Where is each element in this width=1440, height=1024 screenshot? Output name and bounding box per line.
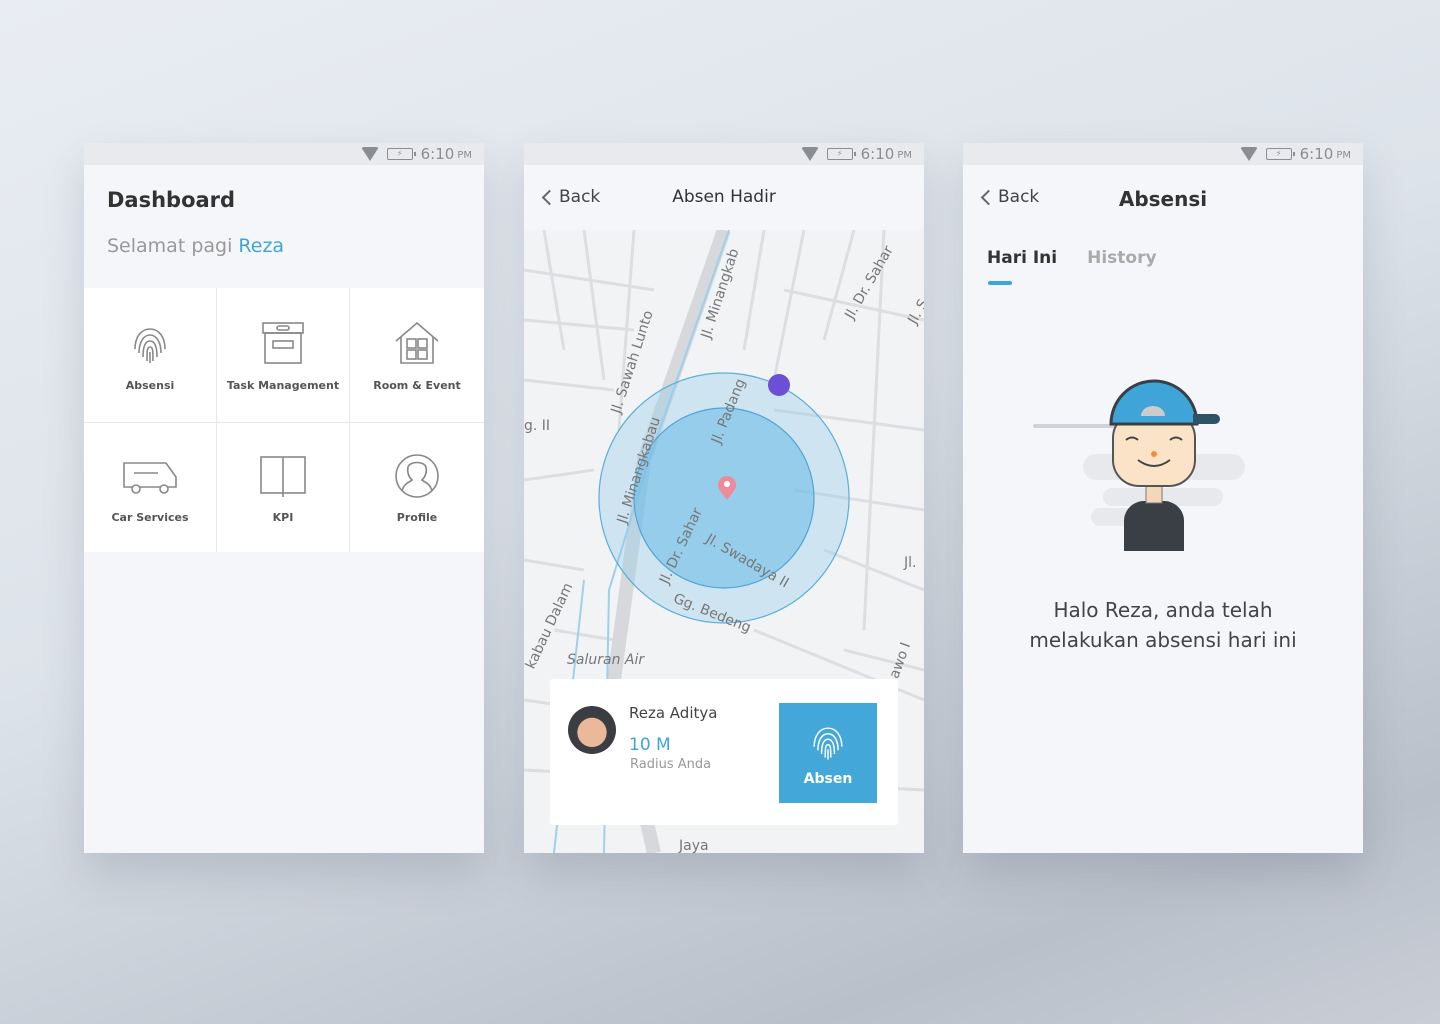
- menu-label: Absensi: [125, 378, 175, 392]
- user-name: Reza Aditya: [629, 704, 718, 722]
- status-bar: ⚡ 6:10 PM: [524, 143, 924, 165]
- tab-history[interactable]: History: [1087, 248, 1156, 268]
- back-button[interactable]: Back: [538, 187, 600, 207]
- chevron-left-icon: [541, 189, 558, 205]
- page-title: Dashboard: [107, 188, 236, 212]
- absensi-screen: ⚡ 6:10 PM Absensi Back Hari Ini History H…: [963, 143, 1363, 853]
- fingerprint-icon: [134, 327, 166, 363]
- box-icon: [262, 321, 304, 364]
- tabs: Hari Ini History: [987, 248, 1157, 285]
- wifi-icon: [1239, 147, 1258, 161]
- menu-profile[interactable]: Profile: [350, 423, 484, 552]
- tab-hari-ini[interactable]: Hari Ini: [987, 248, 1057, 285]
- street-label: Jaya: [679, 838, 709, 853]
- status-ampm: PM: [897, 150, 912, 161]
- back-label: Back: [998, 187, 1040, 207]
- battery-icon: ⚡: [826, 148, 856, 160]
- greeting-text: Selamat pagi: [107, 235, 233, 257]
- menu-task-management[interactable]: Task Management: [217, 288, 350, 423]
- menu-label: KPI: [272, 511, 294, 524]
- success-message: Halo Reza, anda telah melakukan absensi h…: [963, 595, 1363, 655]
- greeting: Selamat pagi Reza: [107, 235, 284, 257]
- back-button[interactable]: Back: [977, 187, 1039, 207]
- attendance-card: Reza Aditya 10 M Radius Anda Absen: [550, 679, 898, 825]
- menu-label: Car Services: [111, 511, 189, 524]
- absen-hadir-screen: ⚡ 6:10 PM Absen Hadir Back Jl. Minangkab …: [524, 143, 924, 853]
- battery-icon: ⚡: [1265, 148, 1295, 160]
- profile-icon: [395, 454, 439, 498]
- status-bar: ⚡ 6:10 PM: [84, 143, 484, 165]
- back-label: Back: [559, 187, 601, 207]
- wifi-icon: [800, 147, 819, 161]
- van-icon: [123, 462, 177, 494]
- user-name: Reza: [238, 235, 285, 257]
- status-time: 6:10: [420, 145, 455, 163]
- fingerprint-icon: [813, 727, 843, 760]
- nav-bar: Absen Hadir Back: [524, 165, 924, 230]
- chevron-left-icon: [980, 189, 997, 205]
- radius-label: Radius Anda: [630, 757, 712, 772]
- menu-car-services[interactable]: Car Services: [84, 423, 217, 552]
- nav-bar: Absensi Back: [963, 165, 1363, 230]
- wifi-icon: [360, 147, 379, 161]
- menu-kpi[interactable]: KPI: [217, 423, 350, 552]
- radius-value: 10 M: [629, 735, 671, 755]
- menu-room-event[interactable]: Room & Event: [350, 288, 484, 423]
- absen-button[interactable]: Absen: [779, 703, 877, 803]
- menu-absensi[interactable]: Absensi: [84, 288, 217, 423]
- message-line: melakukan absensi hari ini: [1029, 628, 1297, 652]
- status-bar: ⚡ 6:10 PM: [963, 143, 1363, 165]
- menu-label: Profile: [396, 511, 438, 524]
- dashboard-screen: ⚡ 6:10 PM Dashboard Selamat pagi Reza Abs…: [84, 143, 484, 853]
- street-label: Jl.: [904, 555, 917, 571]
- menu-label: Task Management: [226, 378, 340, 392]
- message-line: Halo Reza, anda telah: [1053, 598, 1273, 622]
- street-label: Saluran Air: [567, 652, 645, 668]
- battery-icon: ⚡: [386, 148, 416, 160]
- menu-label: Room & Event: [373, 378, 461, 392]
- user-location-dot: [768, 374, 790, 396]
- status-ampm: PM: [1336, 150, 1351, 161]
- menu-grid: Absensi Task Management Room & Event Car…: [84, 288, 484, 552]
- house-icon: [395, 321, 439, 364]
- status-time: 6:10: [1299, 145, 1334, 163]
- success-illustration: [1033, 379, 1245, 551]
- absen-label: Absen: [803, 771, 853, 787]
- book-icon: [260, 456, 306, 497]
- status-time: 6:10: [860, 145, 895, 163]
- status-ampm: PM: [457, 150, 472, 161]
- avatar: [568, 706, 616, 754]
- street-label: g. II: [524, 418, 551, 434]
